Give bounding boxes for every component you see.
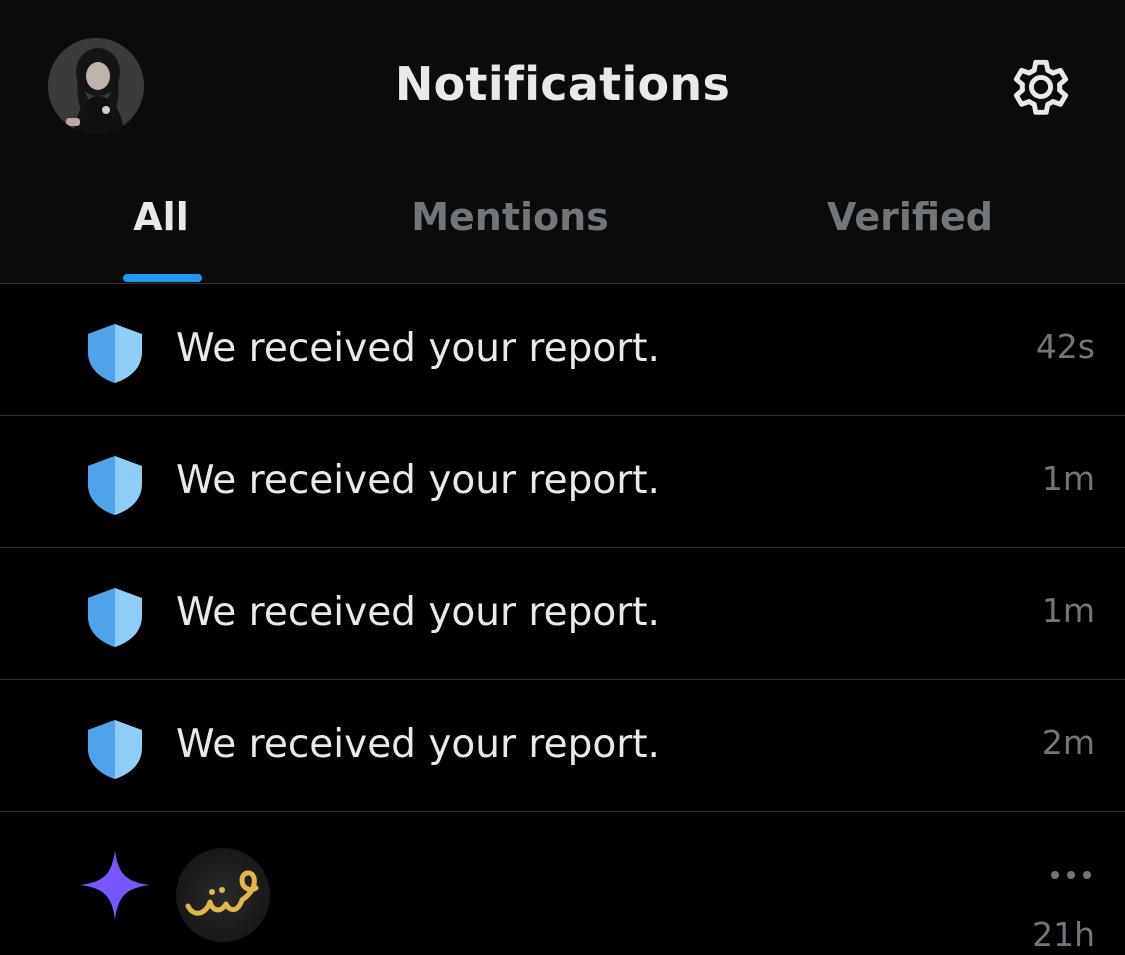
shield-icon xyxy=(88,456,142,515)
shield-icon xyxy=(88,588,142,647)
notification-time: 1m xyxy=(1041,591,1095,630)
tab-bar: All Mentions Verified xyxy=(0,170,1125,284)
notification-time: 1m xyxy=(1041,459,1095,498)
tab-verified[interactable]: Verified xyxy=(780,192,1040,242)
settings-button[interactable] xyxy=(1004,50,1078,124)
shield-icon xyxy=(88,324,142,383)
tab-all[interactable]: All xyxy=(101,192,221,242)
notification-row[interactable]: We received your report. 2m xyxy=(0,680,1125,812)
notification-list: We received your report. 42s We received… xyxy=(0,284,1125,812)
notification-time: 21h xyxy=(1032,915,1095,954)
sparkle-icon xyxy=(80,850,150,920)
gear-icon xyxy=(1013,59,1069,115)
notification-text: We received your report. xyxy=(176,722,660,767)
notification-time: 42s xyxy=(1035,327,1095,366)
top-bar: Notifications xyxy=(0,0,1125,170)
notification-row[interactable]: We received your report. 1m xyxy=(0,548,1125,680)
notification-text: We received your report. xyxy=(176,326,660,371)
tab-mentions[interactable]: Mentions xyxy=(380,192,640,242)
brand-avatar[interactable] xyxy=(176,848,270,942)
more-icon[interactable] xyxy=(1048,866,1094,884)
notification-row[interactable]: We received your report. 42s xyxy=(0,284,1125,416)
active-tab-indicator xyxy=(123,274,202,282)
notification-row-partial[interactable] xyxy=(0,813,1125,941)
notification-row[interactable]: We received your report. 1m xyxy=(0,416,1125,548)
page-title: Notifications xyxy=(394,57,731,111)
notification-text: We received your report. xyxy=(176,590,660,635)
shield-icon xyxy=(88,720,142,779)
notification-text: We received your report. xyxy=(176,458,660,503)
notification-time: 2m xyxy=(1041,723,1095,762)
brand-logo xyxy=(185,870,259,916)
